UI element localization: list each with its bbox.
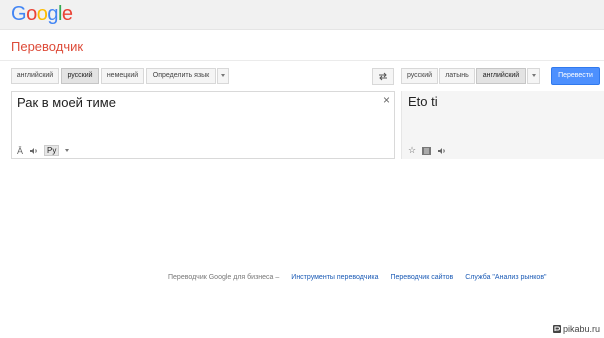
speaker-icon[interactable] (29, 147, 38, 155)
google-logo[interactable]: Google (11, 3, 73, 26)
footer-prefix: Переводчик Google для бизнеса – (168, 274, 280, 281)
speaker-icon[interactable] (437, 147, 446, 155)
translate-button[interactable]: Перевести (551, 67, 600, 85)
footer-link-market[interactable]: Служба "Анализ рынков" (465, 274, 546, 281)
logo-letter: o (26, 3, 37, 25)
source-text[interactable]: Рак в моей тиме (17, 95, 116, 110)
footer-link-tools[interactable]: Инструменты переводчика (291, 274, 378, 281)
target-lang-latin[interactable]: латынь (439, 68, 475, 84)
pikabu-logo-icon (552, 325, 561, 333)
input-tools-label[interactable]: Ру (44, 145, 60, 156)
swap-icon (379, 72, 387, 81)
chevron-down-icon (221, 73, 225, 77)
logo-letter: o (36, 3, 48, 25)
source-lang-russian[interactable]: русский (61, 68, 99, 84)
page-title[interactable]: Переводчик (11, 39, 83, 54)
watermark: pikabu.ru (552, 324, 600, 334)
source-lang-detect[interactable]: Определить язык (146, 68, 216, 84)
translation-tools: ☆ (408, 145, 446, 156)
source-lang-english[interactable]: английский (11, 68, 59, 84)
logo-letter: g (47, 3, 58, 25)
target-lang-english[interactable]: английский (476, 68, 526, 84)
watermark-text: pikabu.ru (562, 324, 600, 334)
source-tools: Ā Ру (17, 145, 70, 156)
logo-letter: e (61, 3, 73, 25)
target-lang-dropdown[interactable] (527, 68, 540, 84)
star-icon[interactable]: ☆ (408, 145, 416, 156)
translation-output-panel: Eto ti ☆ (401, 91, 604, 159)
footer-link-sites[interactable]: Переводчик сайтов (390, 274, 453, 281)
close-icon[interactable]: × (383, 93, 390, 107)
virtual-keyboard-icon[interactable]: Ā (17, 146, 23, 156)
source-input-panel[interactable]: Рак в моей тиме × Ā Ру (11, 91, 395, 159)
target-lang-russian[interactable]: русский (401, 68, 438, 84)
source-lang-german[interactable]: немецкий (101, 68, 144, 84)
list-icon[interactable] (422, 146, 432, 155)
app-header: Переводчик (0, 31, 604, 61)
chevron-down-icon (531, 73, 536, 77)
swap-languages-button[interactable] (372, 68, 394, 85)
translation-text: Eto ti (408, 94, 438, 109)
footer: Переводчик Google для бизнеса – Инструмен… (168, 274, 547, 281)
top-bar: Google (0, 0, 604, 30)
chevron-down-icon[interactable] (65, 149, 70, 152)
source-lang-dropdown[interactable] (217, 68, 229, 84)
logo-letter: G (11, 3, 27, 25)
